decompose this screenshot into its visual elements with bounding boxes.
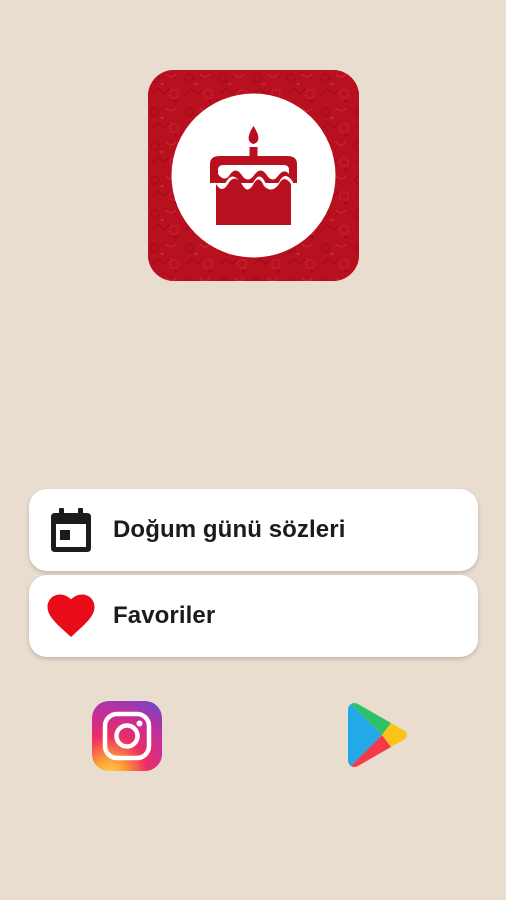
birthday-cake-icon: [148, 70, 359, 281]
google-play-button[interactable]: [342, 700, 414, 772]
favorites-label: Favoriler: [113, 602, 216, 629]
birthday-messages-label: Doğum günü sözleri: [113, 516, 346, 543]
heart-icon: [47, 592, 95, 640]
google-play-icon: [348, 703, 407, 767]
favorites-button[interactable]: Favoriler: [29, 575, 478, 657]
instagram-icon: [92, 701, 162, 771]
birthday-messages-button[interactable]: Doğum günü sözleri: [29, 489, 478, 571]
app-logo: [148, 70, 359, 281]
instagram-button[interactable]: [91, 700, 163, 772]
calendar-icon: [47, 506, 95, 554]
